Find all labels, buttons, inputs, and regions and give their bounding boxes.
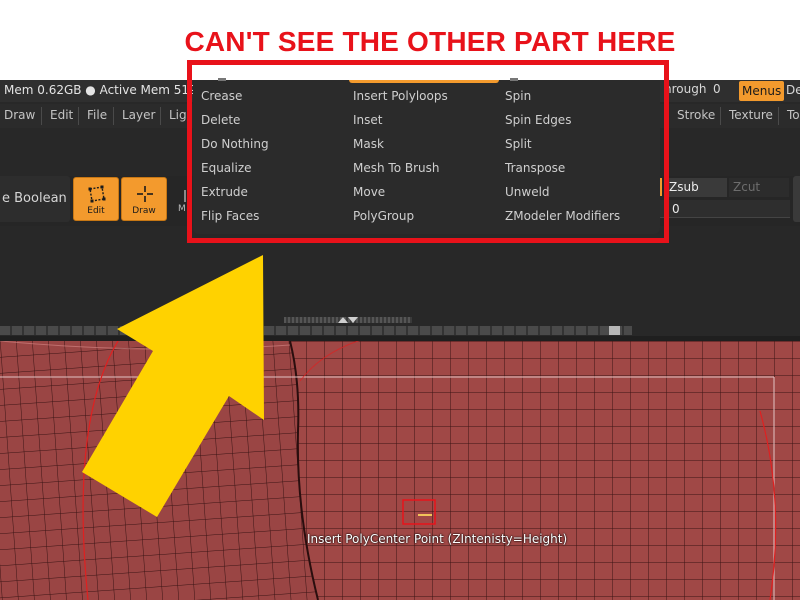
yellow-arrow-icon — [82, 255, 264, 517]
annotation-arrow — [82, 255, 264, 517]
